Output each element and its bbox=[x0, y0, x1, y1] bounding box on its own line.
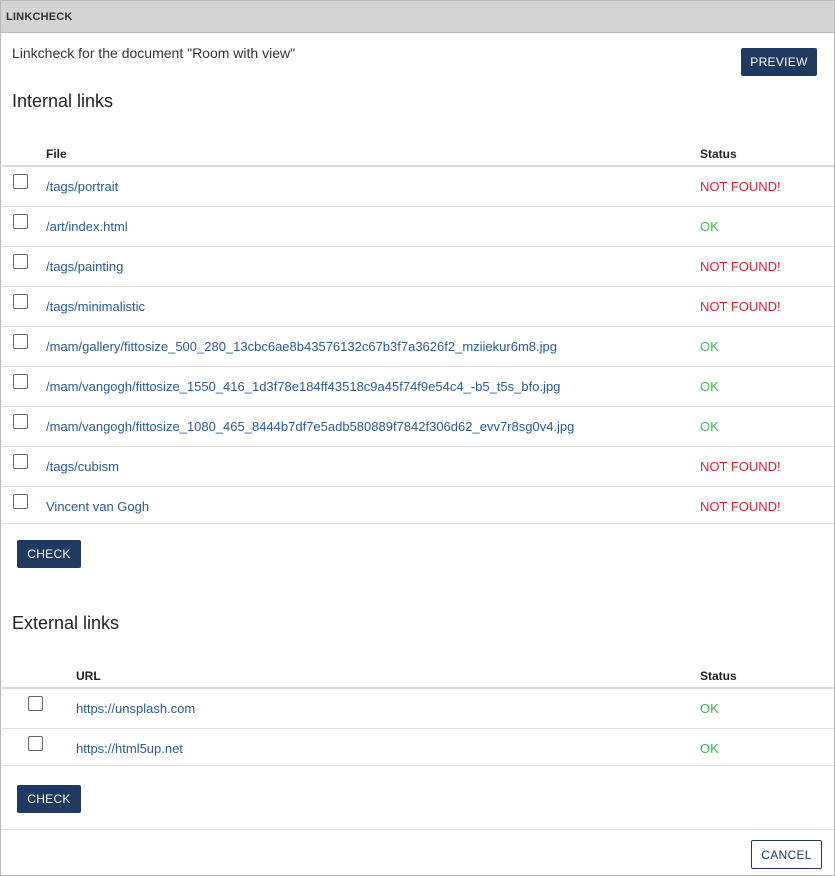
status-text: OK bbox=[700, 419, 719, 434]
file-link[interactable]: /tags/portrait bbox=[46, 179, 118, 194]
table-row: /tags/painting NOT FOUND! bbox=[2, 247, 834, 287]
file-link[interactable]: /mam/vangogh/fittosize_1080_465_8444b7df… bbox=[46, 419, 574, 434]
file-link[interactable]: /tags/cubism bbox=[46, 459, 119, 474]
status-text: OK bbox=[700, 379, 719, 394]
file-link[interactable]: /tags/painting bbox=[46, 259, 123, 274]
row-checkbox[interactable] bbox=[13, 374, 28, 389]
table-row: /art/index.html OK bbox=[2, 207, 834, 247]
internal-links-heading: Internal links bbox=[12, 91, 114, 111]
row-checkbox[interactable] bbox=[13, 414, 28, 429]
column-header-status: Status bbox=[700, 147, 737, 161]
preview-button[interactable]: PREVIEW bbox=[741, 48, 817, 76]
status-text: NOT FOUND! bbox=[700, 179, 781, 194]
dialog-title-bar: LINKCHECK bbox=[1, 1, 834, 33]
file-link[interactable]: /mam/gallery/fittosize_500_280_13cbc6ae8… bbox=[46, 339, 557, 354]
table-row: /mam/vangogh/fittosize_1550_416_1d3f78e1… bbox=[2, 367, 834, 407]
row-checkbox[interactable] bbox=[13, 454, 28, 469]
status-text: NOT FOUND! bbox=[700, 459, 781, 474]
external-links-header: URL Status bbox=[2, 665, 834, 689]
status-text: NOT FOUND! bbox=[700, 299, 781, 314]
cancel-button[interactable]: CANCEL bbox=[751, 840, 822, 869]
row-checkbox[interactable] bbox=[28, 696, 43, 711]
external-links-heading: External links bbox=[12, 613, 120, 633]
row-checkbox[interactable] bbox=[13, 334, 28, 349]
row-checkbox[interactable] bbox=[13, 174, 28, 189]
status-text: NOT FOUND! bbox=[700, 499, 781, 514]
table-row: /tags/portrait NOT FOUND! bbox=[2, 167, 834, 207]
table-row: /mam/vangogh/fittosize_1080_465_8444b7df… bbox=[2, 407, 834, 447]
file-link[interactable]: /art/index.html bbox=[46, 219, 128, 234]
external-links-table: URL Status https://unsplash.com OK https:/… bbox=[2, 665, 834, 766]
table-row: https://html5up.net OK bbox=[2, 729, 834, 766]
status-text: OK bbox=[700, 701, 719, 716]
column-header-url: URL bbox=[76, 669, 101, 683]
dialog-title: LINKCHECK bbox=[6, 10, 73, 23]
table-row: /tags/minimalistic NOT FOUND! bbox=[2, 287, 834, 327]
status-text: OK bbox=[700, 219, 719, 234]
url-link[interactable]: https://html5up.net bbox=[76, 741, 183, 756]
internal-links-table: File Status /tags/portrait NOT FOUND! /art… bbox=[2, 143, 834, 524]
column-header-status: Status bbox=[700, 669, 737, 683]
file-link[interactable]: /mam/vangogh/fittosize_1550_416_1d3f78e1… bbox=[46, 379, 560, 394]
url-link[interactable]: https://unsplash.com bbox=[76, 701, 195, 716]
table-row: /tags/cubism NOT FOUND! bbox=[2, 447, 834, 487]
internal-links-rows: /tags/portrait NOT FOUND! /art/index.html O… bbox=[2, 167, 834, 524]
row-checkbox[interactable] bbox=[13, 494, 28, 509]
column-header-file: File bbox=[46, 147, 67, 161]
table-row: https://unsplash.com OK bbox=[2, 689, 834, 729]
table-row: Vincent van Gogh NOT FOUND! bbox=[2, 487, 834, 524]
row-checkbox[interactable] bbox=[13, 294, 28, 309]
row-checkbox[interactable] bbox=[13, 214, 28, 229]
status-text: NOT FOUND! bbox=[700, 259, 781, 274]
internal-links-header: File Status bbox=[2, 143, 834, 167]
check-internal-button[interactable]: CHECK bbox=[17, 540, 81, 568]
footer-divider bbox=[1, 829, 834, 830]
row-checkbox[interactable] bbox=[13, 254, 28, 269]
status-text: OK bbox=[700, 741, 719, 756]
linkcheck-dialog: LINKCHECK Linkcheck for the document "Ro… bbox=[0, 0, 835, 876]
table-row: /mam/gallery/fittosize_500_280_13cbc6ae8… bbox=[2, 327, 834, 367]
check-external-button[interactable]: CHECK bbox=[17, 785, 81, 813]
file-link[interactable]: /tags/minimalistic bbox=[46, 299, 145, 314]
file-link[interactable]: Vincent van Gogh bbox=[46, 499, 149, 514]
status-text: OK bbox=[700, 339, 719, 354]
row-checkbox[interactable] bbox=[28, 736, 43, 751]
intro-text: Linkcheck for the document "Room with vi… bbox=[12, 45, 296, 61]
external-links-rows: https://unsplash.com OK https://html5up.ne… bbox=[2, 689, 834, 766]
